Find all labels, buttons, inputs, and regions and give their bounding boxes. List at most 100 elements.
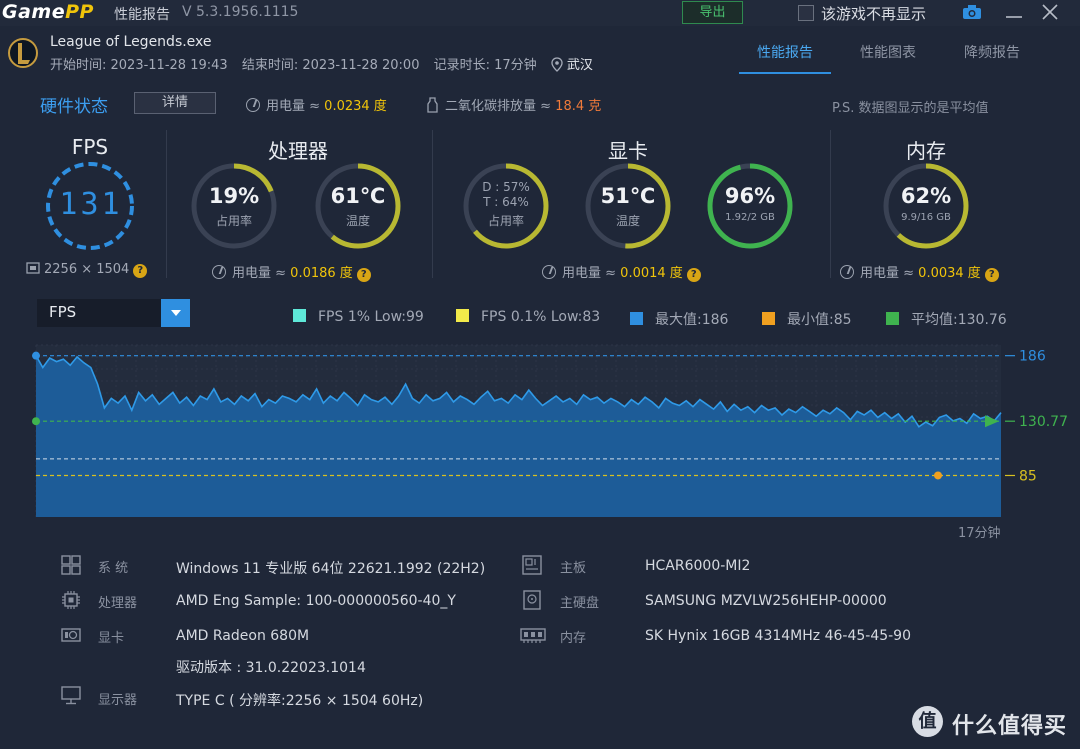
start-time: 开始时间: 2023-11-28 19:43 [50, 58, 228, 73]
gpu-power-label: 用电量 ≈ [562, 266, 621, 281]
cpu-power: 用电量 ≈ 0.0186 度? [212, 262, 371, 282]
resolution: 2256 × 1504? [26, 262, 148, 278]
divider [432, 130, 433, 278]
memory-info-label: 内存 [560, 631, 587, 646]
app-logo: GamePP [2, 1, 94, 23]
memory-info-value: SK Hynix 16GB 4314MHz 46-45-45-90 [645, 628, 911, 644]
title-bar: GamePP 性能报告 V 5.3.1956.1115 导出 该游戏不再显示 [0, 0, 1080, 26]
cpu-temp-value: 61℃ [330, 184, 386, 208]
minimize-icon[interactable] [1004, 5, 1024, 19]
help-icon[interactable]: ? [686, 268, 701, 282]
gpu-power-value: 0.0014 度 [620, 266, 683, 281]
divider [166, 130, 167, 278]
tab-performance-report[interactable]: 性能报告 [739, 42, 831, 74]
power-icon [542, 265, 556, 279]
motherboard-value: HCAR6000-MI2 [645, 558, 751, 574]
metric-select[interactable]: FPS [37, 299, 161, 327]
gpu-info-label: 显卡 [98, 631, 125, 646]
memory-power-value: 0.0034 度 [918, 266, 981, 281]
cpu-usage-value: 19% [208, 184, 260, 208]
cpu-temp-gauge: 61℃ 温度 [312, 160, 404, 252]
end-time: 结束时间: 2023-11-28 20:00 [241, 58, 420, 73]
monitor-icon [61, 686, 81, 705]
co2-emission: 二氧化碳排放量 ≈ 18.4 克 [426, 95, 601, 114]
legend-label: FPS 1% Low:99 [318, 309, 424, 325]
legend-max: 最大值:186 [630, 309, 728, 329]
os-value: Windows 11 专业版 64位 22621.1992 (22H2) [176, 561, 486, 577]
gpu-temp-gauge: 51℃ 温度 [582, 160, 674, 252]
camera-icon[interactable] [962, 4, 982, 20]
memory-usage-value: 62% [900, 184, 952, 208]
metric-select-dropdown-button[interactable] [161, 299, 190, 327]
chart-note: P.S. 数据图显示的是平均值 [832, 101, 989, 116]
game-icon [8, 38, 38, 68]
power-label: 用电量 ≈ [266, 99, 325, 114]
tab-performance-chart[interactable]: 性能图表 [846, 42, 930, 74]
legend-label: 最小值:85 [787, 312, 852, 328]
cpu-icon [62, 591, 80, 609]
help-icon[interactable]: ? [356, 268, 371, 282]
legend-fps-1-low: FPS 1% Low:99 [293, 309, 424, 325]
power-icon [246, 98, 260, 112]
cpu-usage-gauge: 19% 占用率 [188, 160, 280, 252]
location-pin-icon [551, 57, 563, 72]
legend-swatch [886, 312, 899, 325]
gpu-vram-value: 96% [724, 184, 776, 208]
gpu-power: 用电量 ≈ 0.0014 度? [542, 262, 701, 282]
gpu-info-value: AMD Radeon 680M [176, 628, 310, 644]
cpu-power-label: 用电量 ≈ [232, 266, 291, 281]
os-label: 系 统 [98, 561, 129, 576]
gpu-usage-gauge: D : 57% T : 64% 占用率 [460, 160, 552, 252]
avg-marker [32, 417, 40, 426]
cpu-temp-label: 温度 [345, 214, 370, 228]
watermark-logo: 值 [912, 706, 943, 737]
legend-label: 平均值:130.76 [911, 312, 1007, 328]
cpu-usage-label: 占用率 [215, 214, 252, 228]
legend-swatch [456, 309, 469, 322]
details-button[interactable]: 详情 [134, 92, 216, 114]
hide-game-checkbox[interactable] [798, 5, 814, 21]
memory-icon [520, 628, 546, 643]
section-title-fps: FPS [71, 135, 109, 159]
power-icon [212, 265, 226, 279]
fps-value: 131 [59, 187, 123, 222]
watermark-text: 什么值得买 [952, 714, 1068, 739]
export-button[interactable]: 导出 [682, 1, 743, 24]
reference-label: 186 [1019, 349, 1046, 365]
min-marker [934, 471, 942, 480]
power-value: 0.0234 度 [324, 99, 387, 114]
hard-drive-value: SAMSUNG MZVLW256HEHP-00000 [645, 593, 887, 609]
gpu-d-value: D : 57% [482, 180, 530, 194]
hardware-status-title: 硬件状态 [40, 97, 108, 117]
screen-icon [26, 262, 40, 274]
motherboard-icon [522, 555, 542, 575]
app-title: 性能报告 [114, 7, 170, 23]
legend-label: FPS 0.1% Low:83 [481, 309, 601, 325]
bottle-icon [427, 97, 438, 113]
windows-icon [61, 555, 81, 575]
app-version: V 5.3.1956.1115 [182, 4, 299, 20]
help-icon[interactable]: ? [984, 268, 999, 282]
legend-swatch [630, 312, 643, 325]
memory-power: 用电量 ≈ 0.0034 度? [840, 262, 999, 282]
driver-version: 驱动版本 : 31.0.22023.1014 [176, 660, 366, 676]
tab-throttle-report[interactable]: 降频报告 [948, 42, 1036, 74]
reference-label: 130.77 [1019, 414, 1068, 430]
gpu-vram-gauge: 96% 1.92/2 GB [704, 160, 796, 252]
help-icon[interactable]: ? [133, 264, 148, 278]
legend-average: 平均值:130.76 [886, 309, 1007, 329]
display-value: TYPE C ( 分辨率:2256 × 1504 60Hz) [176, 693, 424, 709]
x-axis-label: 17分钟 [958, 526, 1001, 541]
legend-fps-0-1-low: FPS 0.1% Low:83 [456, 309, 600, 325]
total-power: 用电量 ≈ 0.0234 度 [246, 95, 387, 114]
gpu-t-value: T : 64% [483, 195, 529, 209]
motherboard-label: 主板 [560, 561, 587, 576]
close-icon[interactable] [1040, 2, 1060, 22]
legend-swatch [293, 309, 306, 322]
co2-label: 二氧化碳排放量 ≈ [445, 99, 556, 114]
game-info: 开始时间: 2023-11-28 19:43 结束时间: 2023-11-28 … [50, 54, 603, 73]
resolution-value: 2256 × 1504 [44, 262, 130, 277]
legend-label: 最大值:186 [655, 312, 729, 328]
gpu-vram-detail: 1.92/2 GB [725, 212, 775, 223]
fps-chart[interactable]: 186 130.77 85 [0, 340, 1080, 545]
